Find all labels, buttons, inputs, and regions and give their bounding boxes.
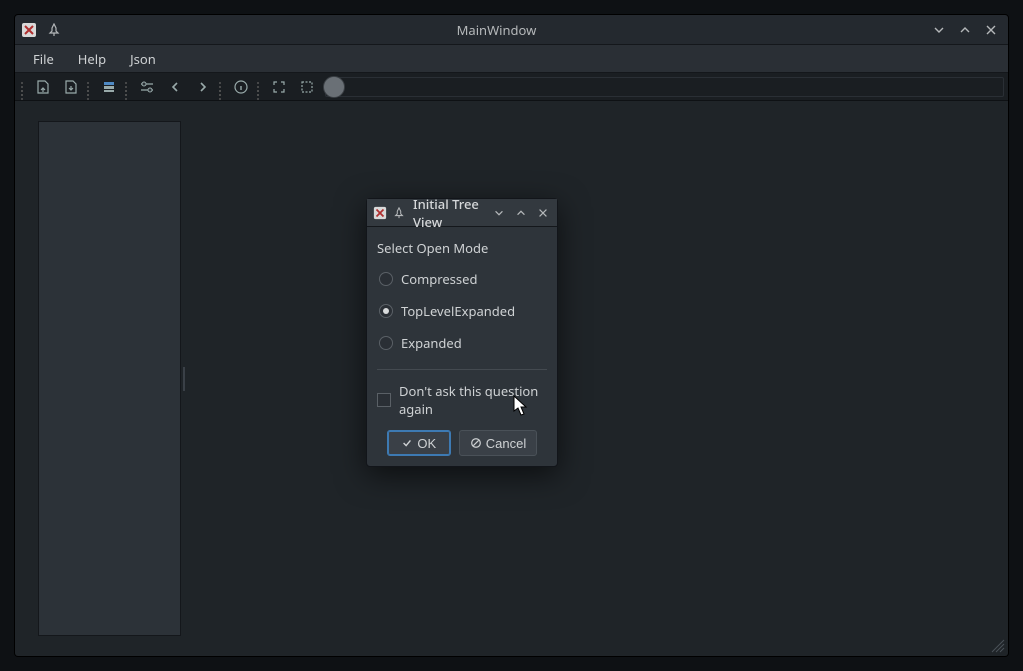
checkbox-icon [377,393,391,407]
cancel-label: Cancel [486,436,526,451]
window-title: MainWindow [71,21,922,39]
dialog-body: Select Open Mode Compressed TopLevelExpa… [367,227,557,466]
radio-compressed[interactable]: Compressed [375,265,549,293]
menu-json[interactable]: Json [120,46,166,72]
info-icon[interactable] [227,75,255,99]
cancel-icon [470,437,482,449]
search-icon [323,76,345,98]
toolbar-grip[interactable] [21,76,27,98]
radio-icon [379,304,393,318]
app-icon [21,22,37,38]
save-file-icon[interactable] [57,75,85,99]
menubar: File Help Json [15,45,1008,73]
search-input[interactable] [325,77,1004,97]
main-titlebar[interactable]: MainWindow [15,15,1008,45]
app-icon [373,205,387,221]
radio-label: Compressed [401,270,477,288]
minimize-button[interactable] [491,202,507,224]
cancel-button[interactable]: Cancel [459,430,537,456]
radio-expanded[interactable]: Expanded [375,329,549,357]
menu-file[interactable]: File [23,46,64,72]
toolbar-grip[interactable] [219,76,225,98]
radio-label: TopLevelExpanded [401,302,515,320]
radio-toplevelexpanded[interactable]: TopLevelExpanded [375,297,549,325]
minimize-button[interactable] [928,19,950,41]
toolbar-grip[interactable] [87,76,93,98]
dialog-title: Initial Tree View [413,195,485,231]
sliders-icon[interactable] [133,75,161,99]
dialog-label: Select Open Mode [377,239,549,257]
checkbox-label: Don't ask this question again [399,382,547,418]
toolbar [15,73,1008,101]
ok-button[interactable]: OK [387,430,451,456]
toolbar-grip[interactable] [257,76,263,98]
radio-label: Expanded [401,334,462,352]
layers-icon[interactable] [95,75,123,99]
nav-forward-icon[interactable] [189,75,217,99]
dont-ask-checkbox[interactable]: Don't ask this question again [375,378,549,426]
radio-icon [379,272,393,286]
resize-grip-icon[interactable] [990,638,1006,654]
ok-label: OK [417,436,436,451]
dialog-buttons: OK Cancel [375,430,549,458]
selection-icon[interactable] [293,75,321,99]
initial-tree-view-dialog: Initial Tree View Select Open Mode Compr… [366,198,558,467]
dialog-titlebar[interactable]: Initial Tree View [367,199,557,227]
toolbar-grip[interactable] [125,76,131,98]
nav-back-icon[interactable] [161,75,189,99]
tree-panel[interactable] [38,121,181,636]
divider [377,369,547,370]
window-controls [928,19,1002,41]
main-view [186,101,1008,656]
radio-icon [379,336,393,350]
pin-icon[interactable] [43,19,65,41]
close-button[interactable] [980,19,1002,41]
desktop: MainWindow File Help Json [0,0,1023,671]
maximize-button[interactable] [954,19,976,41]
maximize-button[interactable] [513,202,529,224]
check-icon [401,437,413,449]
pin-icon[interactable] [393,207,405,219]
menu-help[interactable]: Help [68,46,116,72]
fullscreen-icon[interactable] [265,75,293,99]
close-button[interactable] [535,202,551,224]
open-file-icon[interactable] [29,75,57,99]
